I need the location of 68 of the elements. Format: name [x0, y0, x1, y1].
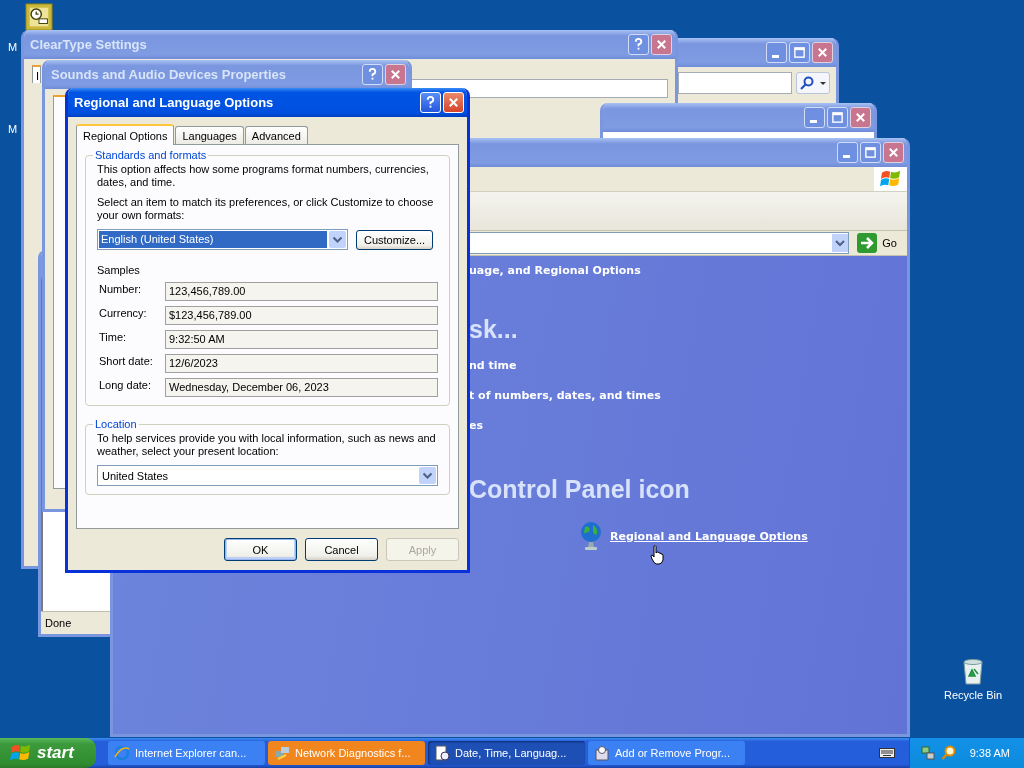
scheduler-icon	[25, 3, 53, 31]
globe-icon	[579, 521, 603, 551]
section-heading: Control Panel icon	[469, 475, 691, 505]
minimize-icon	[771, 55, 779, 58]
tab[interactable]: Advanced	[244, 126, 308, 144]
close-icon	[854, 111, 867, 124]
close-icon	[816, 46, 829, 59]
minimize-icon	[809, 120, 817, 123]
maximize-icon	[793, 46, 806, 59]
question-mark-icon	[366, 68, 379, 81]
maximize-icon	[831, 111, 844, 124]
format-dropdown[interactable]: English (United States)	[97, 229, 348, 250]
samples-label: Samples	[97, 264, 141, 276]
document-clock-icon	[434, 745, 450, 761]
tab[interactable]: Languages	[175, 126, 244, 144]
flag-logo-icon	[879, 169, 902, 189]
dialog-button: Apply	[386, 538, 459, 561]
tab[interactable]: Regional Options	[76, 124, 175, 145]
network-icon	[274, 745, 290, 761]
window-title: Regional and Language Options	[74, 95, 274, 110]
close-icon	[655, 38, 668, 51]
network-tray-icon[interactable]	[919, 745, 936, 761]
location-dropdown[interactable]: United States	[97, 465, 438, 486]
window-title: Sounds and Audio Devices Properties	[51, 67, 286, 82]
start-button[interactable]: start	[0, 738, 96, 768]
taskbar-button[interactable]: Internet Explorer can...	[108, 741, 265, 765]
close-icon	[887, 146, 900, 159]
icon-label: Recycle Bin	[944, 689, 1003, 701]
search-icon[interactable]	[940, 745, 957, 761]
icon-label: M	[8, 123, 18, 135]
hand-cursor-icon	[650, 545, 664, 565]
sample-field: $123,456,789.00	[165, 306, 438, 325]
sample-field: Wednesday, December 06, 2023	[165, 378, 438, 397]
description-text: This option affects how some programs format numbers, currencies, dates, and time.	[97, 163, 430, 189]
taskbar-button[interactable]: Date, Time, Languag...	[428, 741, 585, 765]
flag-logo-icon	[10, 743, 32, 763]
section-header: uage, and Regional Options	[469, 263, 642, 279]
description-text: To help services provide you with local information, such as news and weather, select your present location:	[97, 432, 437, 458]
group-title: Location	[94, 418, 138, 430]
maximize-icon	[864, 146, 877, 159]
window-title: ClearType Settings	[30, 37, 147, 52]
close-icon	[389, 68, 402, 81]
keyboard-icon[interactable]	[878, 747, 895, 759]
question-mark-icon	[424, 96, 437, 109]
clock-text: 9:38 AM	[969, 747, 1010, 759]
icon-label: M	[8, 41, 18, 53]
question-mark-icon	[632, 38, 645, 51]
sample-field: 9:32:50 AM	[165, 330, 438, 349]
browser-icon	[114, 745, 130, 761]
sample-label: Currency:	[99, 306, 148, 321]
sample-label: Time:	[99, 330, 128, 345]
dialog-button[interactable]: Cancel	[305, 538, 378, 561]
sample-field: 12/6/2023	[165, 354, 438, 373]
software-box-icon	[594, 745, 610, 761]
search-icon	[799, 75, 815, 91]
group-title: Standards and formats	[94, 149, 208, 161]
close-icon	[447, 96, 460, 109]
sample-field: 123,456,789.00	[165, 282, 438, 301]
sample-label: Long date:	[99, 378, 152, 393]
sample-label: Short date:	[99, 354, 154, 369]
task-heading: sk...	[469, 315, 519, 345]
instruction-text: Select an item to match its preferences, or click Customize to choose your own formats:	[97, 196, 435, 222]
dialog-button[interactable]: OK	[224, 538, 297, 561]
minimize-icon	[842, 155, 850, 158]
taskbar-button[interactable]: Add or Remove Progr...	[588, 741, 745, 765]
customize-button[interactable]: Customize...	[356, 229, 434, 250]
sample-label: Number:	[99, 282, 143, 297]
arrow-icon	[857, 233, 878, 253]
